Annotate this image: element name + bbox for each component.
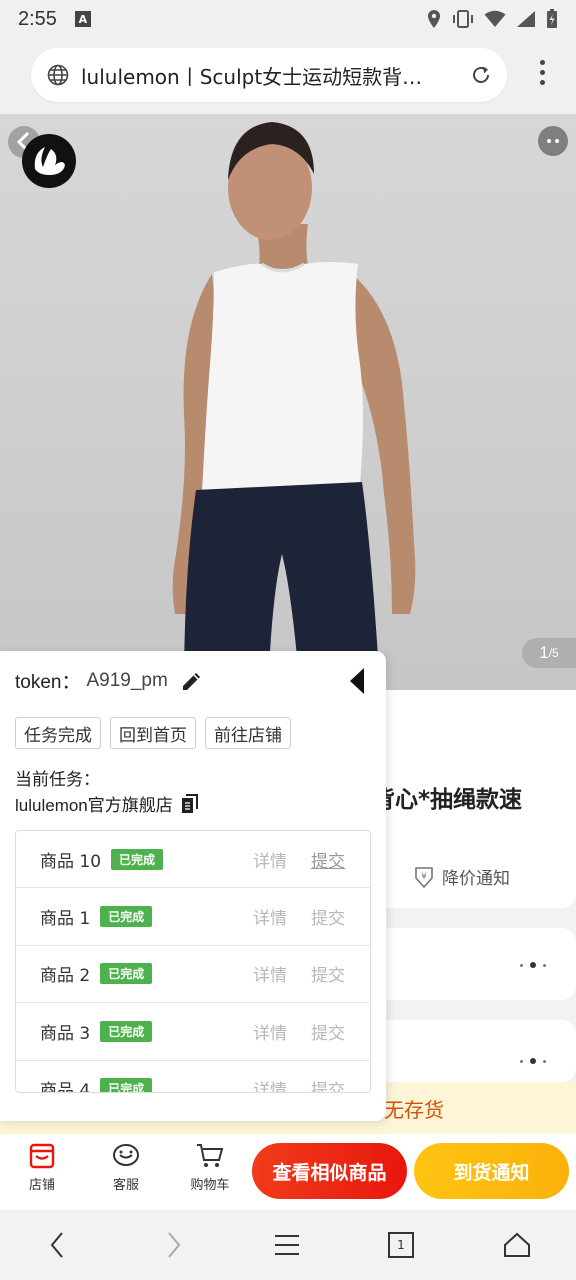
table-row: 商品 4 已完成 详情 提交 bbox=[16, 1061, 370, 1093]
product-name: 商品 4 bbox=[40, 1081, 91, 1093]
panel-button-row: 任务完成 回到首页 前往店铺 bbox=[15, 717, 291, 749]
price-alert-button[interactable]: ¥ 降价通知 bbox=[412, 864, 510, 889]
more-dots-icon bbox=[520, 962, 546, 968]
product-name: 商品 10 bbox=[40, 851, 102, 872]
detail-link[interactable]: 详情 bbox=[253, 847, 287, 872]
detail-link[interactable]: 详情 bbox=[253, 1019, 287, 1044]
home-icon bbox=[504, 1232, 530, 1257]
status-bar: 2:55 A bbox=[0, 0, 576, 38]
svg-text:¥: ¥ bbox=[421, 872, 427, 882]
price-alert-label: 降价通知 bbox=[442, 869, 510, 889]
shop-label: 店铺 bbox=[28, 1178, 55, 1193]
more-options-button[interactable] bbox=[538, 126, 568, 156]
status-badge: 已完成 bbox=[100, 906, 153, 928]
image-total: /5 bbox=[548, 646, 559, 660]
browser-menu-icon[interactable] bbox=[540, 60, 546, 85]
status-badge: 已完成 bbox=[100, 1078, 153, 1092]
submit-link[interactable]: 提交 bbox=[311, 961, 345, 986]
shop-icon bbox=[29, 1143, 55, 1169]
cart-label: 购物车 bbox=[190, 1178, 230, 1193]
token-row: token： A919_pm bbox=[15, 667, 204, 694]
product-name: 商品 1 bbox=[40, 909, 91, 930]
signal-icon bbox=[517, 11, 535, 27]
status-badge: 已完成 bbox=[111, 848, 164, 870]
reload-icon[interactable] bbox=[469, 63, 493, 87]
shop-button[interactable]: 店铺 bbox=[14, 1142, 70, 1193]
image-counter: 1/5 bbox=[522, 638, 576, 668]
nav-back-button[interactable] bbox=[40, 1228, 74, 1262]
lululemon-logo bbox=[22, 134, 76, 188]
table-row: 商品 10 已完成 详情 提交 bbox=[16, 831, 370, 889]
service-label: 客服 bbox=[112, 1178, 139, 1193]
vibrate-icon bbox=[453, 10, 473, 28]
current-task-label: 当前任务： bbox=[15, 770, 100, 790]
service-button[interactable]: 客服 bbox=[98, 1142, 154, 1193]
chevron-left-icon bbox=[50, 1232, 63, 1258]
tab-count: 1 bbox=[397, 1238, 405, 1252]
nav-menu-button[interactable] bbox=[270, 1228, 304, 1262]
battery-icon bbox=[547, 9, 557, 28]
copy-icon[interactable] bbox=[181, 793, 199, 814]
table-row: 商品 2 已完成 详情 提交 bbox=[16, 946, 370, 1004]
back-home-button[interactable]: 回到首页 bbox=[110, 717, 196, 749]
nav-home-button[interactable] bbox=[500, 1228, 534, 1262]
more-dots-icon bbox=[520, 1058, 546, 1064]
location-icon bbox=[428, 10, 440, 28]
submit-link[interactable]: 提交 bbox=[311, 847, 345, 872]
detail-link[interactable]: 详情 bbox=[253, 961, 287, 986]
chevron-right-icon bbox=[168, 1232, 181, 1258]
stock-status: 无存货 bbox=[384, 1098, 444, 1122]
customer-service-icon bbox=[113, 1144, 139, 1166]
product-action-bar: 店铺 客服 购物车 查看相似商品 到货通知 bbox=[0, 1134, 576, 1210]
url-bar[interactable]: lululemon丨Sculpt女士运动短款背… bbox=[31, 48, 507, 102]
view-similar-button[interactable]: 查看相似商品 bbox=[252, 1143, 407, 1199]
detail-link[interactable]: 详情 bbox=[253, 1076, 287, 1092]
task-panel: token： A919_pm 任务完成 回到首页 前往店铺 当前任务： lulu… bbox=[0, 651, 386, 1121]
edit-pencil-icon[interactable] bbox=[180, 669, 204, 693]
url-text[interactable]: lululemon丨Sculpt女士运动短款背… bbox=[81, 61, 469, 90]
status-time: 2:55 bbox=[18, 7, 57, 30]
cart-icon bbox=[197, 1144, 224, 1167]
submit-link[interactable]: 提交 bbox=[311, 1019, 345, 1044]
detail-link[interactable]: 详情 bbox=[253, 904, 287, 929]
product-name: 商品 3 bbox=[40, 1023, 91, 1044]
current-task-shop: lululemon官方旗舰店 bbox=[15, 791, 199, 816]
globe-icon bbox=[47, 64, 69, 86]
model-photo bbox=[172, 122, 416, 690]
cart-button[interactable]: 购物车 bbox=[182, 1142, 238, 1193]
status-icons bbox=[426, 9, 558, 29]
table-row: 商品 1 已完成 详情 提交 bbox=[16, 888, 370, 946]
nav-forward-button[interactable] bbox=[157, 1228, 191, 1262]
status-badge: 已完成 bbox=[100, 1020, 153, 1042]
token-value: A919_pm bbox=[86, 669, 168, 691]
go-to-shop-button[interactable]: 前往店铺 bbox=[205, 717, 291, 749]
product-image[interactable]: 1/5 bbox=[0, 114, 576, 690]
system-navigation-bar: 1 bbox=[0, 1210, 576, 1280]
price-tag-icon: ¥ bbox=[415, 866, 433, 888]
submit-link[interactable]: 提交 bbox=[311, 904, 345, 929]
nav-tabs-button[interactable]: 1 bbox=[384, 1228, 418, 1262]
status-badge: 已完成 bbox=[100, 963, 153, 985]
task-complete-button[interactable]: 任务完成 bbox=[15, 717, 101, 749]
accessibility-icon: A bbox=[74, 11, 91, 27]
token-label: token： bbox=[15, 672, 81, 693]
arrival-notify-button[interactable]: 到货通知 bbox=[414, 1143, 569, 1199]
product-name: 商品 2 bbox=[40, 966, 91, 987]
collapse-panel-icon[interactable] bbox=[348, 667, 368, 695]
image-index: 1 bbox=[539, 643, 549, 662]
task-product-table: 商品 10 已完成 详情 提交 商品 1 已完成 详情 提交 商品 2 已完成 … bbox=[15, 830, 371, 1093]
hamburger-menu-icon bbox=[275, 1235, 299, 1255]
lululemon-logo-mark bbox=[34, 147, 65, 175]
wifi-icon bbox=[484, 10, 506, 27]
table-row: 商品 3 已完成 详情 提交 bbox=[16, 1003, 370, 1061]
current-task-shop-name: lululemon官方旗舰店 bbox=[15, 796, 173, 815]
product-title: 背心*抽绳款速 bbox=[372, 787, 523, 813]
submit-link[interactable]: 提交 bbox=[311, 1076, 345, 1092]
browser-toolbar: lululemon丨Sculpt女士运动短款背… bbox=[0, 38, 576, 114]
